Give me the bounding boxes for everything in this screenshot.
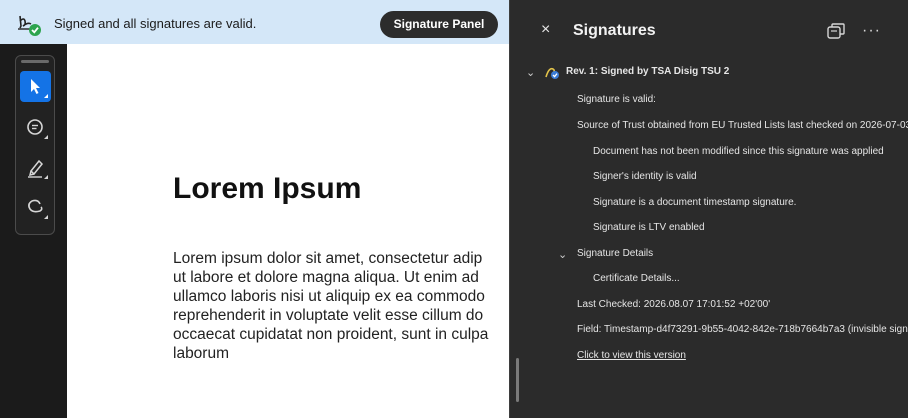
draw-pen-icon bbox=[28, 159, 48, 179]
paragraph-line: reprehenderit in voluptate velit esse ci… bbox=[173, 307, 484, 324]
left-toolbar bbox=[0, 44, 67, 418]
chevron-down-icon[interactable]: ⌄ bbox=[558, 248, 567, 261]
identity-valid-text: Signer's identity is valid bbox=[593, 171, 697, 182]
paragraph-line: laborum bbox=[173, 345, 229, 362]
toolbar-drag-handle[interactable] bbox=[21, 60, 49, 63]
document-page: Lorem Ipsum Lorem ipsum dolor sit amet, … bbox=[67, 44, 509, 418]
signature-valid-text: Signature is valid: bbox=[577, 94, 656, 105]
comment-tool-button[interactable] bbox=[20, 112, 51, 143]
signature-status-message: Signed and all signatures are valid. bbox=[54, 16, 257, 31]
comment-icon bbox=[27, 119, 48, 139]
document-heading: Lorem Ipsum bbox=[173, 172, 362, 205]
chevron-down-icon[interactable]: ⌄ bbox=[526, 66, 535, 79]
not-modified-text: Document has not been modified since thi… bbox=[593, 146, 884, 157]
panel-title: Signatures bbox=[573, 22, 656, 39]
paragraph-line: Lorem ipsum dolor sit amet, consectetur … bbox=[173, 250, 483, 267]
signature-banner: Signed and all signatures are valid. Sig… bbox=[0, 0, 509, 44]
close-icon[interactable]: × bbox=[541, 22, 550, 38]
select-arrow-icon bbox=[31, 79, 48, 98]
document-paragraph: Lorem ipsum dolor sit amet, consectetur … bbox=[173, 249, 509, 363]
paragraph-line: ullamco laboris nisi ut aliquip ex ea co… bbox=[173, 288, 485, 305]
signature-details-toggle[interactable]: Signature Details bbox=[577, 248, 653, 259]
timestamp-signature-text: Signature is a document timestamp signat… bbox=[593, 197, 797, 208]
field-name-text: Field: Timestamp-d4f73291-9b55-4042-842e… bbox=[577, 324, 908, 335]
panel-scrollbar[interactable] bbox=[516, 358, 519, 402]
open-window-icon[interactable] bbox=[827, 23, 845, 44]
signatures-panel: × Signatures ··· ⌄ Rev. 1: Signed by TSA… bbox=[509, 0, 908, 418]
certificate-details-link[interactable]: Certificate Details... bbox=[593, 273, 680, 284]
lasso-tool-button[interactable] bbox=[20, 192, 51, 223]
signature-panel-button[interactable]: Signature Panel bbox=[380, 11, 498, 38]
revision-entry[interactable]: Rev. 1: Signed by TSA Disig TSU 2 bbox=[566, 66, 729, 77]
last-checked-text: Last Checked: 2026.08.07 17:01:52 +02'00… bbox=[577, 299, 771, 310]
signature-pen-icon bbox=[544, 65, 560, 85]
source-of-trust-text: Source of Trust obtained from EU Trusted… bbox=[577, 120, 908, 131]
tool-group bbox=[15, 55, 55, 235]
view-version-link[interactable]: Click to view this version bbox=[577, 350, 686, 361]
lasso-icon bbox=[28, 199, 48, 219]
paragraph-line: occaecat cupidatat non proident, sunt in… bbox=[173, 326, 489, 343]
more-options-icon[interactable]: ··· bbox=[862, 22, 881, 40]
ltv-enabled-text: Signature is LTV enabled bbox=[593, 222, 705, 233]
select-tool-button[interactable] bbox=[20, 71, 51, 102]
signature-valid-icon bbox=[17, 12, 43, 36]
draw-tool-button[interactable] bbox=[20, 152, 51, 183]
paragraph-line: ut labore et dolore magna aliqua. Ut eni… bbox=[173, 269, 479, 286]
